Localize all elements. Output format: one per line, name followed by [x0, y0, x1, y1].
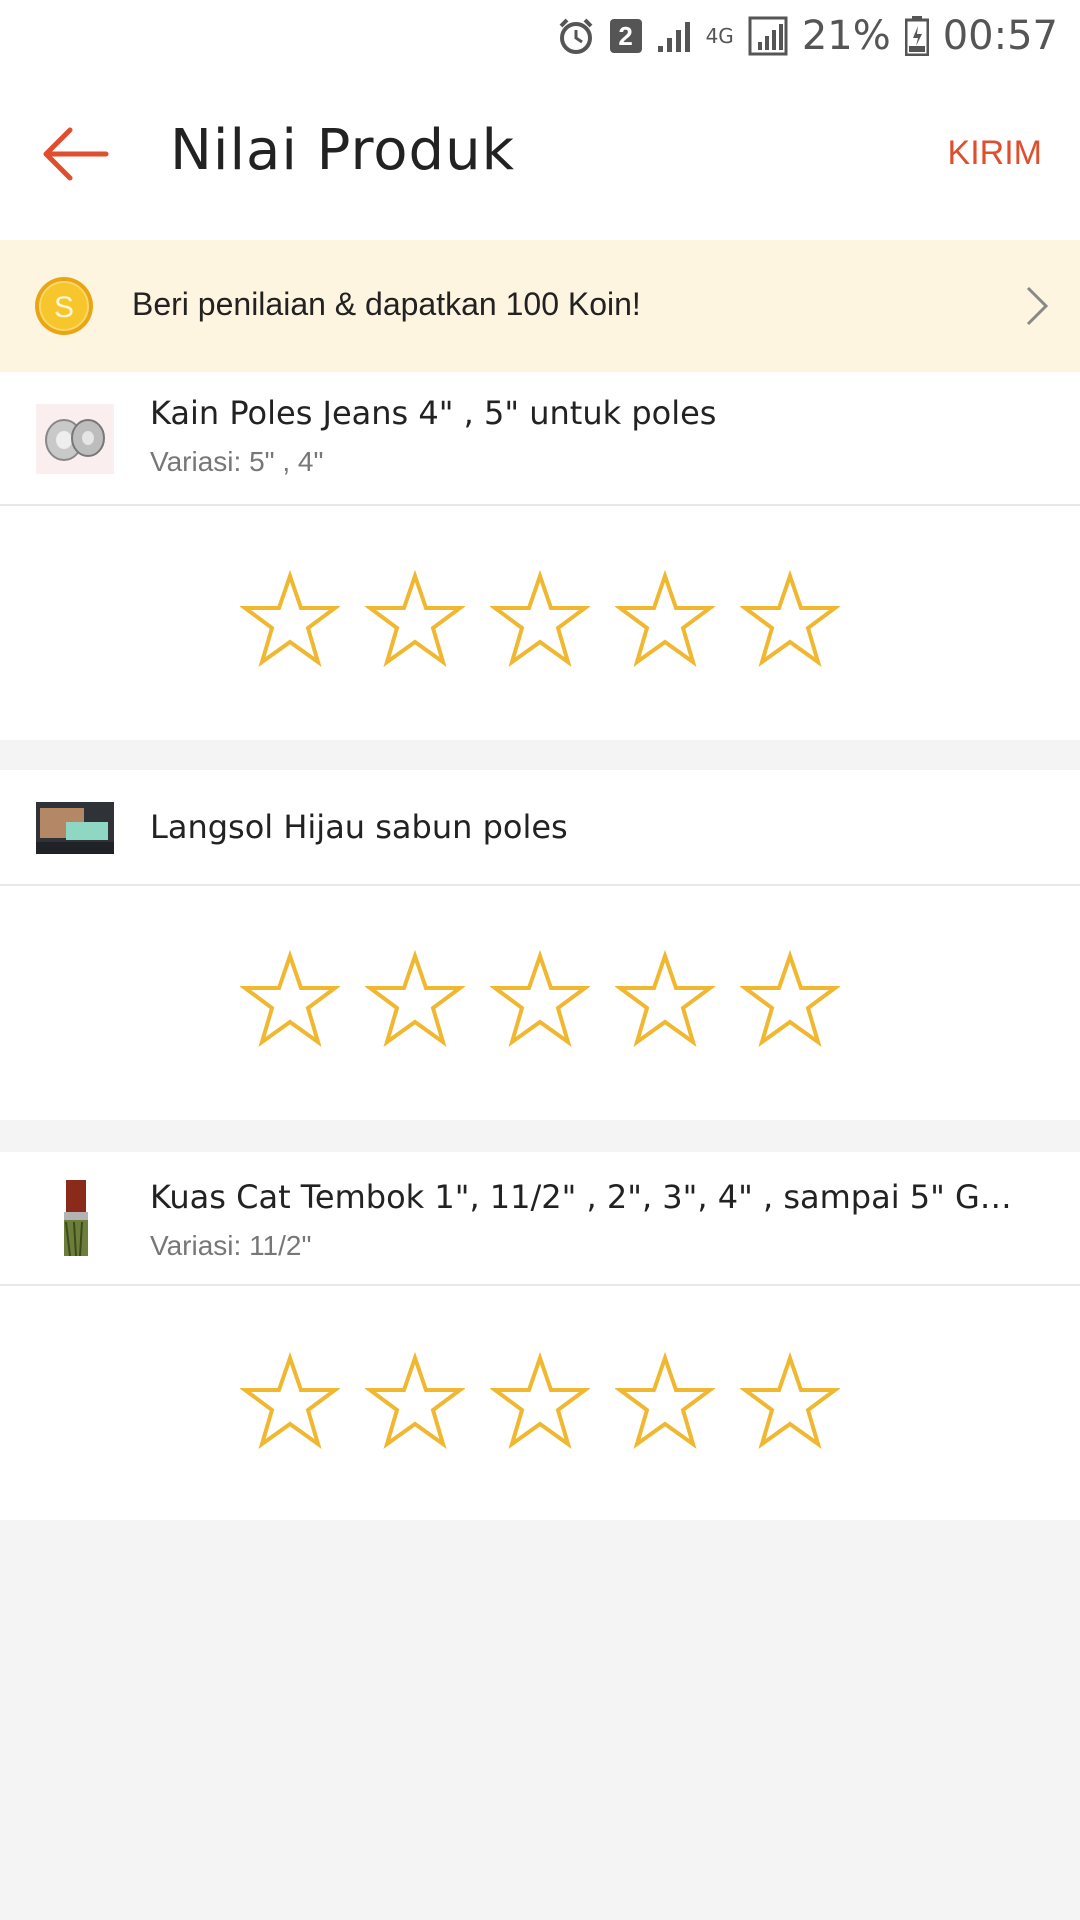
coin-icon: S	[34, 276, 94, 336]
network-type: 4G	[705, 24, 734, 48]
product-name: Kuas Cat Tembok 1", 11/2" , 2", 3", 4" ,…	[150, 1178, 1030, 1216]
product-thumbnail	[36, 1178, 114, 1258]
product-card: Langsol Hijau sabun poles	[0, 770, 1080, 1120]
star-icon[interactable]	[615, 1352, 715, 1452]
star-icon[interactable]	[365, 570, 465, 670]
star-icon[interactable]	[490, 570, 590, 670]
product-row[interactable]: Kuas Cat Tembok 1", 11/2" , 2", 3", 4" ,…	[0, 1152, 1080, 1286]
back-button[interactable]	[30, 118, 120, 194]
star-icon[interactable]	[740, 1352, 840, 1452]
product-variation: Variasi: 11/2"	[150, 1230, 312, 1261]
chevron-right-icon	[1024, 284, 1050, 333]
star-icon[interactable]	[240, 950, 340, 1050]
sim-badge: 2	[609, 19, 642, 53]
alarm-icon	[556, 16, 596, 56]
signal-box-icon	[748, 16, 788, 56]
product-card: Kain Poles Jeans 4" , 5" untuk poles Var…	[0, 372, 1080, 740]
product-row[interactable]: Kain Poles Jeans 4" , 5" untuk poles Var…	[0, 372, 1080, 506]
star-rating	[240, 950, 840, 1050]
app-bar: Nilai Produk KIRIM	[0, 72, 1080, 240]
star-icon[interactable]	[740, 950, 840, 1050]
coin-banner[interactable]: S Beri penilaian & dapatkan 100 Koin!	[0, 240, 1080, 372]
product-name: Langsol Hijau sabun poles	[150, 808, 568, 846]
signal-icon	[656, 18, 692, 54]
clock: 00:57	[942, 13, 1058, 59]
star-icon[interactable]	[490, 1352, 590, 1452]
page-title: Nilai Produk	[170, 118, 515, 183]
arrow-left-icon	[40, 126, 110, 187]
product-row[interactable]: Langsol Hijau sabun poles	[0, 770, 1080, 886]
product-name: Kain Poles Jeans 4" , 5" untuk poles	[150, 394, 717, 432]
product-thumbnail	[36, 802, 114, 854]
status-bar: 2 4G 21% 00:57	[0, 0, 1080, 72]
star-icon[interactable]	[240, 570, 340, 670]
send-button[interactable]: KIRIM	[948, 134, 1042, 173]
coin-letter: S	[54, 291, 74, 324]
star-icon[interactable]	[365, 1352, 465, 1452]
product-variation: Variasi: 5" , 4"	[150, 446, 324, 477]
banner-text: Beri penilaian & dapatkan 100 Koin!	[132, 286, 641, 322]
star-icon[interactable]	[490, 950, 590, 1050]
product-card: Kuas Cat Tembok 1", 11/2" , 2", 3", 4" ,…	[0, 1152, 1080, 1520]
star-rating	[240, 1352, 840, 1452]
product-thumbnail	[36, 404, 114, 474]
battery-icon	[904, 16, 929, 56]
star-icon[interactable]	[740, 570, 840, 670]
star-icon[interactable]	[365, 950, 465, 1050]
star-icon[interactable]	[240, 1352, 340, 1452]
star-icon[interactable]	[615, 950, 715, 1050]
battery-percent: 21%	[801, 13, 891, 59]
star-rating	[240, 570, 840, 670]
star-icon[interactable]	[615, 570, 715, 670]
